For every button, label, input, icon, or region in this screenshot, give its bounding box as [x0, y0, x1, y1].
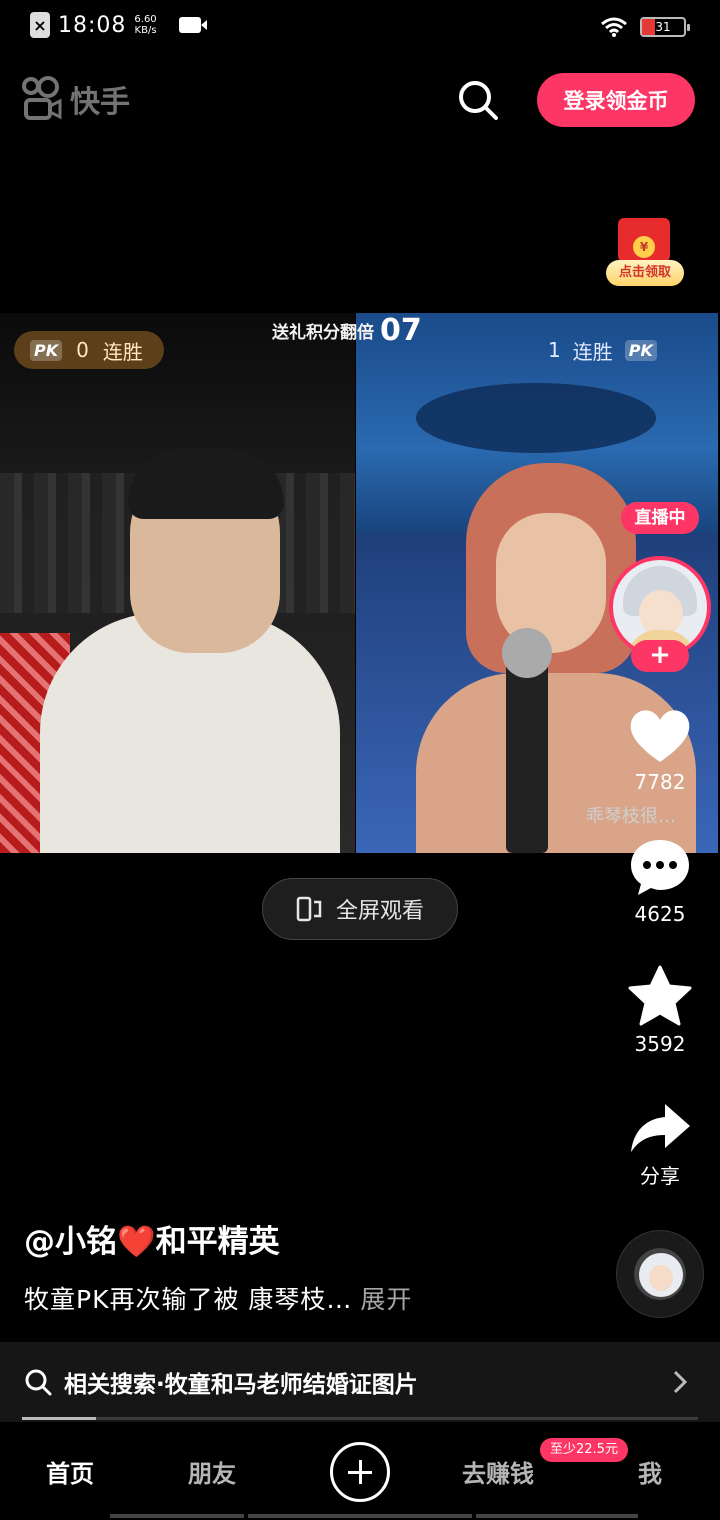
kuaishou-logo-icon	[22, 76, 62, 120]
network-speed-unit: KB/s	[134, 25, 157, 36]
share-action[interactable]: 分享	[624, 1100, 696, 1189]
pk-right-streak: 1 连胜 PK	[548, 331, 684, 369]
screen-record-icon	[178, 17, 207, 33]
follow-button[interactable]: +	[631, 640, 689, 672]
search-icon[interactable]	[456, 78, 500, 122]
battery-percent: 31	[655, 20, 671, 34]
create-post-button[interactable]	[330, 1442, 390, 1502]
pk-left-streak: PK 0 连胜	[14, 331, 164, 369]
post-caption-text: 牧童PK再次输了被 康琴枝…	[24, 1285, 353, 1314]
pk-left-stream	[0, 313, 355, 853]
side-caption: 乖琴枝很…	[586, 806, 676, 827]
pk-left-streak-count: 0	[76, 338, 89, 362]
red-packet-label: 点击领取	[606, 260, 684, 286]
like-action[interactable]: 7782	[624, 706, 696, 794]
status-bar: × 18:08 6.60 KB/s 31	[0, 0, 720, 56]
tab-me[interactable]: 我	[638, 1454, 662, 1489]
heart-icon	[630, 710, 690, 762]
network-speed-value: 6.60	[134, 14, 157, 25]
share-label: 分享	[640, 1164, 680, 1188]
earn-badge: 至少22.5元	[540, 1438, 628, 1462]
stage-backdrop	[416, 383, 656, 453]
bottom-nav: 首页 朋友 去赚钱 至少22.5元 我	[0, 1422, 720, 1520]
video-progress-fill	[22, 1417, 97, 1420]
nav-divider	[110, 1514, 244, 1518]
tab-earn[interactable]: 去赚钱	[462, 1454, 534, 1489]
favorite-action[interactable]: 3592	[624, 964, 696, 1056]
nav-divider	[476, 1514, 638, 1518]
music-cover	[639, 1253, 683, 1297]
comment-action[interactable]: 4625	[624, 836, 696, 926]
favorite-count: 3592	[634, 1032, 686, 1056]
login-earn-coins-button[interactable]: 登录领金币	[537, 73, 695, 127]
post-caption[interactable]: 牧童PK再次输了被 康琴枝… 展开	[24, 1280, 412, 1316]
red-packet-widget[interactable]: ¥ 点击领取	[604, 216, 684, 288]
video-progress-bar[interactable]	[22, 1417, 698, 1420]
search-icon	[25, 1369, 52, 1396]
chevron-right-icon	[673, 1370, 688, 1394]
share-icon	[631, 1104, 690, 1152]
battery-icon: 31	[640, 17, 690, 37]
related-search-bar[interactable]: 相关搜索·牧童和马老师结婚证图片	[0, 1342, 720, 1422]
expand-button[interactable]: 展开	[360, 1285, 412, 1314]
no-sim-icon: ×	[30, 12, 50, 38]
fullscreen-label: 全屏观看	[335, 899, 424, 924]
star-icon	[628, 965, 692, 1026]
wifi-icon	[601, 17, 627, 37]
nav-divider	[248, 1514, 472, 1518]
left-streamer-hair	[128, 449, 284, 519]
pk-title: 送礼积分翻倍 07	[272, 313, 422, 348]
status-time: 18:08	[58, 12, 127, 38]
pk-title-text: 送礼积分翻倍	[272, 322, 374, 343]
live-badge[interactable]: 直播中	[621, 502, 699, 534]
app-logo: 快手	[20, 76, 130, 122]
like-count: 7782	[634, 770, 686, 794]
pk-right-streak-count: 1	[548, 338, 561, 362]
pk-right-streak-label: 连胜	[572, 339, 613, 364]
app-name: 快手	[70, 85, 130, 120]
comment-icon	[631, 840, 689, 895]
pk-left-streak-label: 连胜	[102, 339, 143, 364]
network-speed: 6.60 KB/s	[134, 14, 156, 36]
comment-count: 4625	[634, 902, 686, 926]
microphone-head	[502, 628, 552, 678]
music-disc[interactable]	[616, 1230, 704, 1318]
author-name[interactable]: @小铭❤️和平精英	[24, 1216, 280, 1261]
tab-home[interactable]: 首页	[46, 1454, 94, 1489]
coin-icon: ¥	[633, 236, 655, 258]
pk-countdown: 07	[380, 313, 422, 348]
tab-friends[interactable]: 朋友	[188, 1454, 236, 1489]
related-search-text: 相关搜索·牧童和马老师结婚证图片	[64, 1372, 418, 1398]
rotate-screen-icon	[296, 896, 322, 922]
pk-badge-icon: PK	[624, 339, 657, 361]
pk-badge-icon: PK	[30, 339, 63, 361]
fullscreen-button[interactable]: 全屏观看	[262, 878, 458, 940]
video-player[interactable]: PK 0 连胜 送礼积分翻倍 07 1 连胜 PK	[0, 313, 718, 853]
